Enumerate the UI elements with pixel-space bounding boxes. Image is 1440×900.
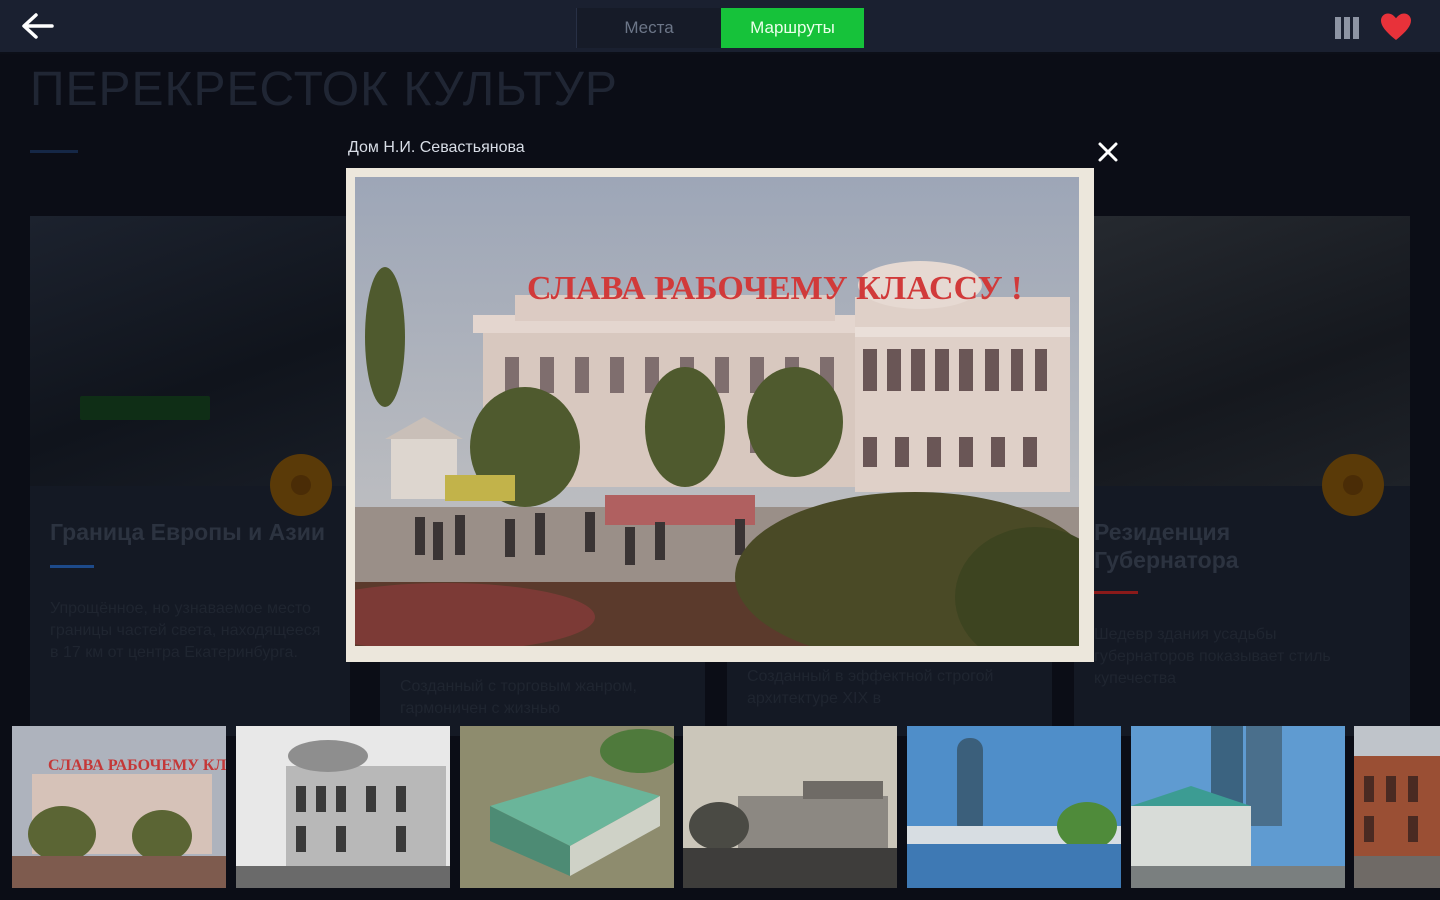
thumb-modern-street — [1131, 726, 1345, 888]
favorites-button[interactable] — [1380, 12, 1412, 42]
place-card-title: Граница Европы и Азии — [50, 519, 325, 545]
thumb-old-postcard — [683, 726, 897, 888]
place-card[interactable]: Граница Европы и Азии Упрощённое, но узн… — [30, 216, 350, 736]
photo-frame: СЛАВА РАБОЧЕМУ КЛАССУ ! — [346, 168, 1094, 662]
photo-banner-text: СЛАВА РАБОЧЕМУ КЛАССУ ! — [527, 270, 1022, 307]
back-button[interactable] — [18, 10, 58, 42]
thumb-modern-tower — [907, 726, 1121, 888]
card-underline — [1094, 591, 1138, 594]
heart-icon — [1381, 13, 1411, 40]
place-card-text: Упрощённое, но узнаваемое место границы … — [50, 600, 321, 661]
place-card-image — [30, 216, 350, 486]
library-icon — [1335, 17, 1359, 39]
card-underline — [50, 565, 94, 568]
top-bar: Места Маршруты — [0, 0, 1440, 54]
thumb-bw-photo — [236, 726, 450, 888]
status-badge — [80, 396, 210, 420]
close-button[interactable] — [1094, 138, 1122, 166]
close-icon — [1098, 142, 1118, 162]
arrow-left-icon — [22, 13, 54, 39]
section-tabs: Места Маршруты — [576, 8, 864, 48]
thumbnail-1[interactable]: СЛАВА РАБОЧЕМУ КЛАССУ — [12, 726, 226, 888]
thumbnail-2[interactable] — [236, 726, 450, 888]
thumbnail-3[interactable] — [460, 726, 674, 888]
map-pin-icon — [1322, 454, 1384, 516]
title-underline — [30, 150, 78, 153]
thumbnail-7[interactable] — [1354, 726, 1440, 888]
library-button[interactable] — [1333, 14, 1363, 42]
page-title: ПЕРЕКРЕСТОК КУЛЬТУР — [30, 63, 618, 116]
tab-routes[interactable]: Маршруты — [721, 8, 864, 48]
thumbnail-strip: СЛАВА РАБОЧЕМУ КЛАССУ — [0, 724, 1440, 894]
thumb-red-facade — [1354, 726, 1440, 888]
place-card-text: Шедевр здания усадьбы губернаторов показ… — [1094, 626, 1331, 687]
place-card[interactable]: Резиденция Губернатора Шедевр здания уса… — [1074, 216, 1410, 736]
place-card-text: Созданный с торговым жанром, гармоничен … — [400, 678, 637, 717]
thumb-aerial-green — [460, 726, 674, 888]
thumbnail-5[interactable] — [907, 726, 1121, 888]
place-card-text: Созданный в эффектной строгой архитектур… — [747, 668, 994, 707]
place-card-image — [1074, 216, 1410, 486]
main-photo: СЛАВА РАБОЧЕМУ КЛАССУ ! — [355, 177, 1079, 646]
modal-title: Дом Н.И. Севастьянова — [348, 139, 525, 156]
tab-places[interactable]: Места — [576, 8, 721, 48]
map-pin-icon — [270, 454, 332, 516]
place-card-title: Резиденция Губернатора — [1094, 519, 1239, 573]
thumbnail-6[interactable] — [1131, 726, 1345, 888]
thumbnail-4[interactable] — [683, 726, 897, 888]
thumb-colour-postcard: СЛАВА РАБОЧЕМУ КЛАССУ — [12, 726, 226, 888]
svg-text:СЛАВА РАБОЧЕМУ КЛАССУ: СЛАВА РАБОЧЕМУ КЛАССУ — [48, 757, 226, 774]
app-window: ПЕРЕКРЕСТОК КУЛЬТУР Граница Европы и Ази… — [0, 0, 1440, 900]
